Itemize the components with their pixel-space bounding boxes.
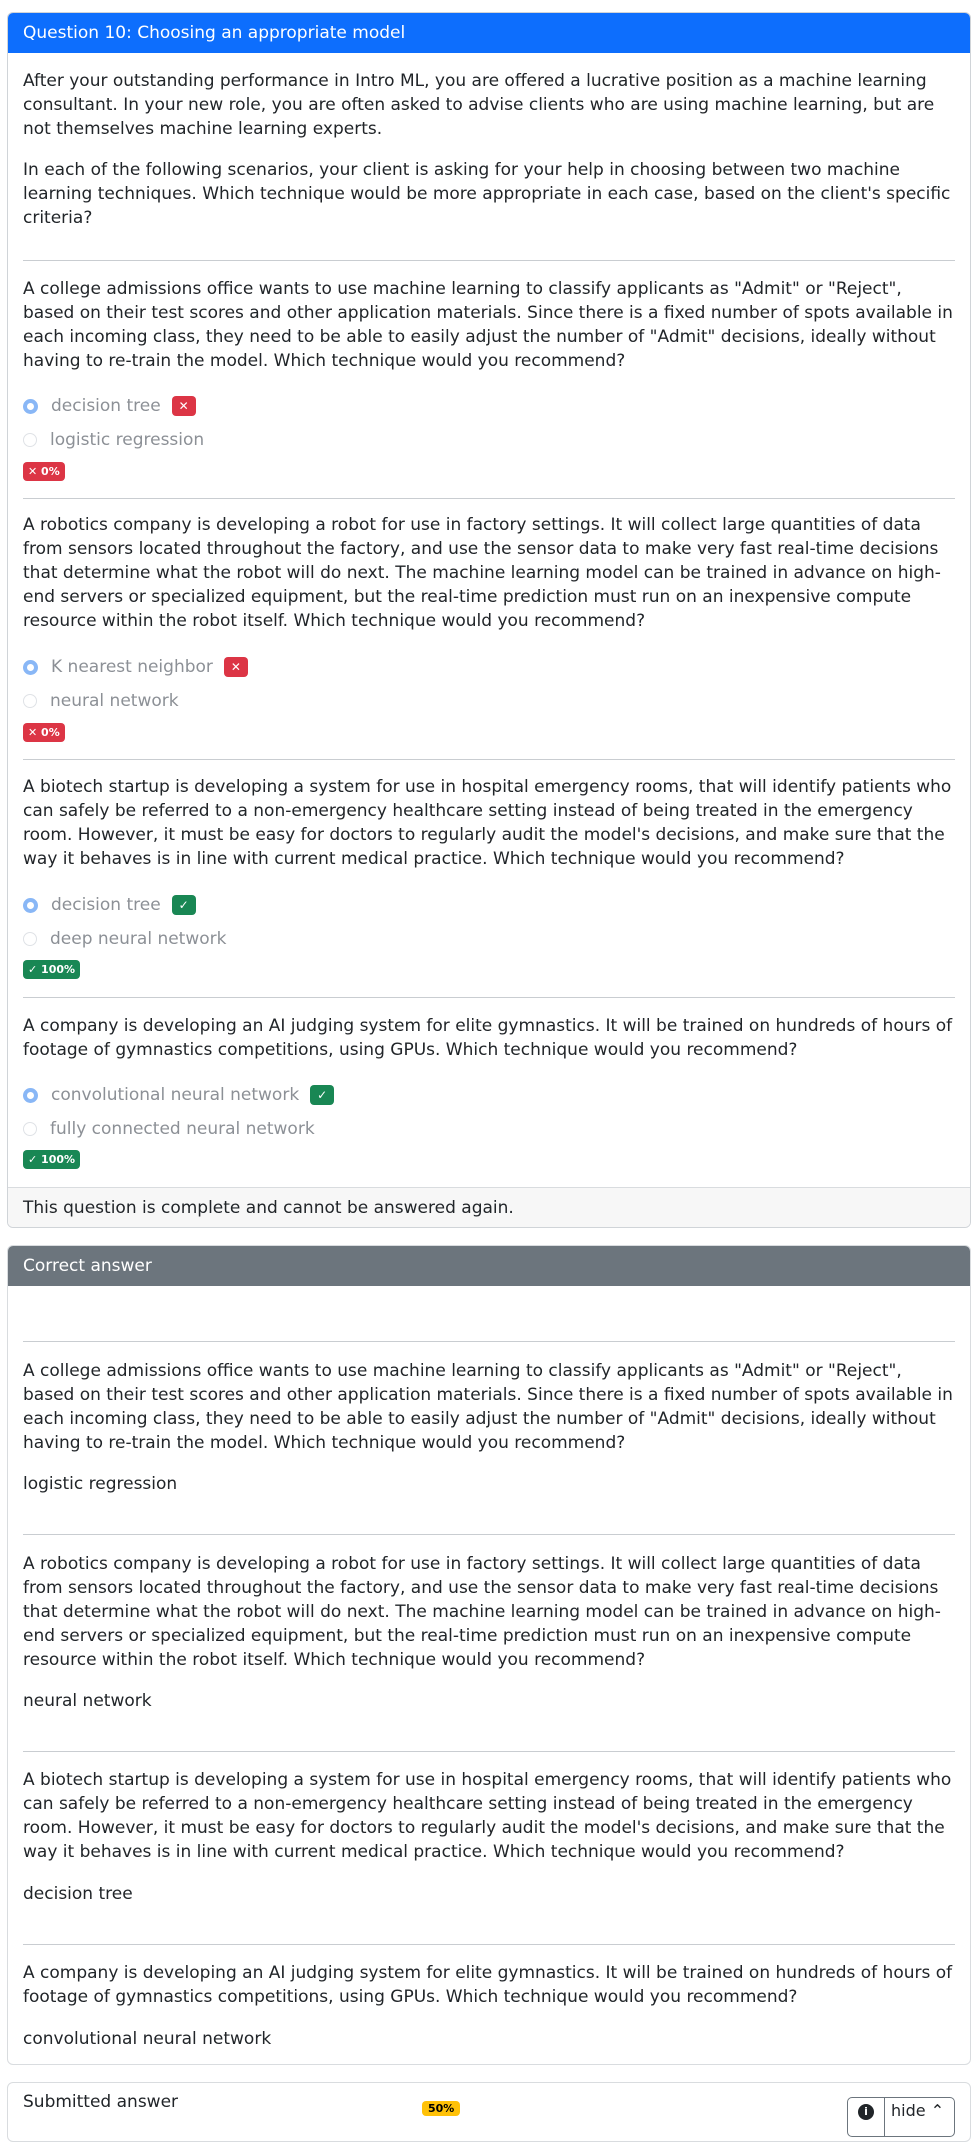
divider xyxy=(23,498,955,499)
part-3-score-badge: ✓ 100% xyxy=(23,960,81,979)
question-intro: After your outstanding performance in In… xyxy=(23,71,935,139)
submitted-answer-title: Submitted answer xyxy=(23,2092,179,2112)
part-4-score-badge: ✓ 100% xyxy=(23,1150,81,1169)
part-2-text: A robotics company is developing a robot… xyxy=(23,515,941,631)
part-4-text: A company is developing an AI judging sy… xyxy=(23,1016,953,1060)
option-label: decision tree xyxy=(51,895,161,915)
part-3-text: A biotech startup is developing a system… xyxy=(23,777,952,869)
correct-answer-card: Correct answer A college admissions offi… xyxy=(7,1245,971,2065)
info-icon[interactable]: i xyxy=(848,2098,884,2136)
question-footer: This question is complete and cannot be … xyxy=(8,1187,970,1227)
option-label: decision tree xyxy=(51,396,161,416)
part-2-option-1[interactable]: K nearest neighbor ✕ xyxy=(23,655,248,679)
hide-label: hide xyxy=(891,2101,926,2120)
radio-button[interactable] xyxy=(23,897,38,913)
submitted-answer-card: Submitted answer 50% i hide ⌃ xyxy=(7,2082,971,2142)
answer-part-1-value: logistic regression xyxy=(23,1474,178,1494)
question-card: Question 10: Choosing an appropriate mod… xyxy=(7,12,971,1228)
correct-icon: ✓ xyxy=(310,1085,335,1105)
divider xyxy=(23,260,955,261)
answer-part-2-value: neural network xyxy=(23,1691,152,1711)
option-label: logistic regression xyxy=(50,430,205,450)
part-2-option-2[interactable]: neural network xyxy=(23,689,179,713)
question-title: Question 10: Choosing an appropriate mod… xyxy=(8,13,970,53)
incorrect-icon: ✕ xyxy=(223,657,248,677)
submitted-score-badge: 50% xyxy=(422,2101,461,2116)
correct-icon: ✓ xyxy=(171,895,196,915)
radio-button[interactable] xyxy=(23,1087,38,1103)
hide-button[interactable]: i hide ⌃ xyxy=(847,2097,955,2137)
radio-button[interactable] xyxy=(23,694,37,708)
answer-part-1-text: A college admissions office wants to use… xyxy=(23,1361,953,1453)
radio-button[interactable] xyxy=(23,398,38,414)
answer-part-4-value: convolutional neural network xyxy=(23,2029,272,2049)
option-label: deep neural network xyxy=(50,929,227,949)
radio-button[interactable] xyxy=(23,659,38,675)
part-1-score-badge: ✕ 0% xyxy=(23,462,65,481)
part-3-option-1[interactable]: decision tree ✓ xyxy=(23,893,196,917)
option-label: K nearest neighbor xyxy=(51,657,213,677)
divider xyxy=(23,997,955,998)
answer-part-3-value: decision tree xyxy=(23,1884,133,1904)
correct-answer-title: Correct answer xyxy=(8,1246,970,1286)
part-2-score-badge: ✕ 0% xyxy=(23,723,65,742)
option-label: neural network xyxy=(50,691,179,711)
part-1-text: A college admissions office wants to use… xyxy=(23,279,953,371)
divider xyxy=(23,1751,955,1752)
divider xyxy=(23,1534,955,1535)
option-label: convolutional neural network xyxy=(51,1085,300,1105)
radio-button[interactable] xyxy=(23,433,37,447)
divider xyxy=(23,1341,955,1342)
question-instructions: In each of the following scenarios, your… xyxy=(23,160,951,228)
incorrect-icon: ✕ xyxy=(171,396,196,416)
divider xyxy=(23,1944,955,1945)
part-1-option-2[interactable]: logistic regression xyxy=(23,428,204,452)
part-1-option-1[interactable]: decision tree ✕ xyxy=(23,394,196,418)
answer-part-3-text: A biotech startup is developing a system… xyxy=(23,1770,952,1862)
option-label: fully connected neural network xyxy=(50,1119,315,1139)
part-4-option-1[interactable]: convolutional neural network ✓ xyxy=(23,1083,335,1107)
radio-button[interactable] xyxy=(23,1122,37,1136)
divider xyxy=(23,759,955,760)
answer-part-4-text: A company is developing an AI judging sy… xyxy=(23,1963,953,2007)
part-3-option-2[interactable]: deep neural network xyxy=(23,927,226,951)
answer-part-2-text: A robotics company is developing a robot… xyxy=(23,1554,941,1670)
radio-button[interactable] xyxy=(23,932,37,946)
part-4-option-2[interactable]: fully connected neural network xyxy=(23,1117,315,1141)
chevron-up-icon: ⌃ xyxy=(930,2101,945,2120)
